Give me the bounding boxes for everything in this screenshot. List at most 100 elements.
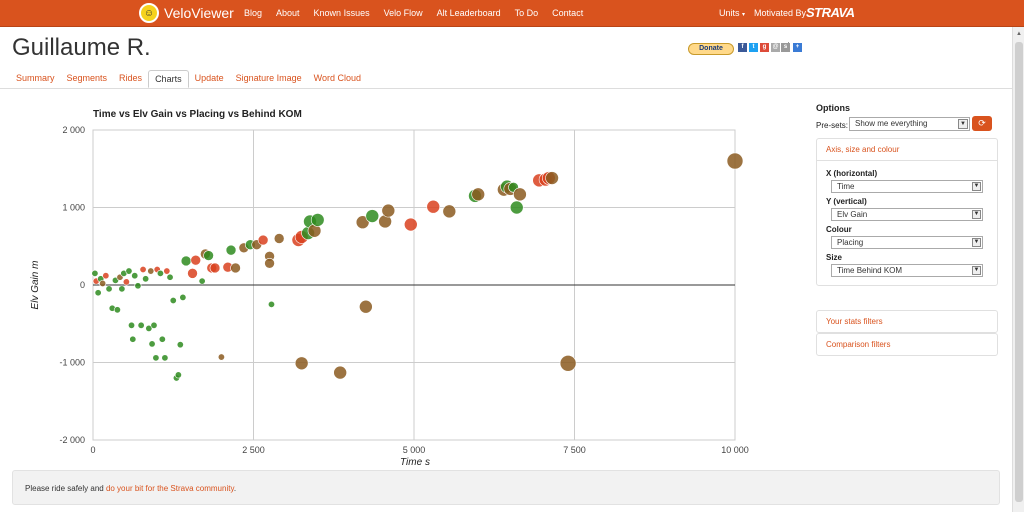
y-tick-label: 0	[80, 280, 85, 290]
data-point	[359, 299, 373, 314]
motivated-by-text: Motivated By	[754, 8, 807, 18]
nav-contact[interactable]: Contact	[552, 8, 583, 18]
x-tick-label: 10 000	[721, 445, 749, 455]
strava-logo[interactable]: STRAVA	[806, 5, 855, 20]
data-point	[102, 272, 110, 280]
options-title: Options	[816, 103, 850, 113]
chevron-down-icon: ▼	[972, 266, 981, 275]
nav-to-do[interactable]: To Do	[515, 8, 539, 18]
data-point	[105, 285, 113, 293]
data-point	[426, 199, 441, 214]
tab-rides[interactable]: Rides	[113, 70, 148, 88]
data-point	[99, 279, 107, 287]
data-point	[148, 340, 156, 348]
twitter-icon[interactable]: t	[749, 43, 758, 52]
data-point	[131, 272, 139, 280]
google-plus-icon[interactable]: g	[760, 43, 769, 52]
scatter-chart[interactable]: 0 2 500 5 000 7 500 10 000 2 000 1 000 0 -1 000 -…	[0, 120, 800, 470]
data-point	[156, 269, 164, 277]
units-label: Units	[719, 8, 740, 18]
page-scrollbar[interactable]: ▲	[1012, 27, 1024, 512]
data-point	[113, 306, 121, 314]
y-tick-label: 2 000	[62, 125, 85, 135]
tab-summary[interactable]: Summary	[10, 70, 61, 88]
footer-text: Please ride safely and do your bit for t…	[25, 484, 236, 493]
main-nav: Blog About Known Issues Velo Flow Alt Le…	[244, 8, 597, 18]
tab-signature-image[interactable]: Signature Image	[230, 70, 308, 88]
chevron-down-icon: ▼	[972, 238, 981, 247]
x-tick-label: 5 000	[403, 445, 426, 455]
presets-select[interactable]: Show me everything ▼	[849, 117, 970, 131]
x-axis-field-label: X (horizontal)	[826, 169, 878, 178]
y-tick-label: 1 000	[62, 203, 85, 213]
donate-button[interactable]: Donate	[688, 43, 734, 55]
x-axis-select[interactable]: Time ▼	[831, 180, 983, 193]
data-point	[209, 262, 221, 274]
chart-title: Time vs Elv Gain vs Placing vs Behind KO…	[93, 109, 302, 120]
data-point	[169, 297, 177, 305]
tab-bar: Summary Segments Rides Charts Update Sig…	[10, 70, 367, 88]
email-icon[interactable]: @	[771, 43, 780, 52]
chevron-down-icon: ▾	[742, 12, 746, 18]
data-point	[509, 200, 524, 215]
colour-select[interactable]: Placing ▼	[831, 236, 983, 249]
x-tick-label: 0	[90, 445, 95, 455]
data-point	[471, 187, 486, 202]
facebook-icon[interactable]: f	[738, 43, 747, 52]
chart-grid	[92, 129, 736, 441]
chevron-down-icon: ▼	[972, 210, 981, 219]
tab-underline	[0, 88, 1012, 89]
app-name: VeloViewer	[164, 5, 234, 21]
y-tick-label: -2 000	[59, 435, 85, 445]
footer-prefix: Please ride safely and	[25, 484, 106, 493]
nav-about[interactable]: About	[276, 8, 300, 18]
colour-field-label: Colour	[826, 225, 852, 234]
axis-panel-body: X (horizontal) Time ▼ Y (vertical) Elv Ga…	[817, 160, 997, 285]
add-icon[interactable]: +	[793, 43, 802, 52]
size-select[interactable]: Time Behind KOM ▼	[831, 264, 983, 277]
app-logo[interactable]: ☺ VeloViewer	[139, 3, 234, 23]
tab-segments[interactable]: Segments	[61, 70, 114, 88]
data-point	[217, 353, 225, 361]
footer: Please ride safely and do your bit for t…	[12, 470, 1000, 505]
scroll-up-icon[interactable]: ▲	[1015, 30, 1023, 38]
axis-panel-title[interactable]: Axis, size and colour	[817, 139, 997, 160]
top-nav-bar: ☺ VeloViewer Blog About Known Issues Vel…	[0, 0, 1024, 27]
x-tick-label: 7 500	[563, 445, 586, 455]
stats-filters-title[interactable]: Your stats filters	[817, 311, 997, 332]
nav-blog[interactable]: Blog	[244, 8, 262, 18]
data-point	[118, 285, 126, 293]
units-menu[interactable]: Units ▾	[719, 8, 745, 18]
footer-community-link[interactable]: do your bit for the Strava community	[106, 484, 234, 493]
refresh-button[interactable]: ⟳	[972, 116, 992, 131]
data-point	[381, 203, 396, 218]
stats-filters-panel[interactable]: Your stats filters	[816, 310, 998, 333]
y-axis-select[interactable]: Elv Gain ▼	[831, 208, 983, 221]
y-axis-label: Elv Gain m	[30, 261, 41, 310]
nav-velo-flow[interactable]: Velo Flow	[384, 8, 423, 18]
colour-select-value: Placing	[837, 238, 864, 247]
data-point	[230, 262, 241, 274]
data-point	[161, 354, 169, 362]
nav-known-issues[interactable]: Known Issues	[314, 8, 370, 18]
tab-word-cloud[interactable]: Word Cloud	[308, 70, 367, 88]
data-point	[163, 267, 171, 275]
comparison-filters-title[interactable]: Comparison filters	[817, 334, 997, 355]
scroll-thumb[interactable]	[1015, 42, 1023, 502]
tab-charts[interactable]: Charts	[148, 70, 189, 88]
comparison-filters-panel[interactable]: Comparison filters	[816, 333, 998, 356]
chevron-down-icon: ▼	[972, 182, 981, 191]
data-point	[310, 213, 325, 227]
data-point	[134, 282, 142, 290]
nav-alt-leaderboard[interactable]: Alt Leaderboard	[437, 8, 501, 18]
data-point	[273, 233, 285, 244]
data-point	[166, 273, 174, 281]
data-point	[128, 321, 136, 329]
data-point	[176, 341, 184, 349]
tab-update[interactable]: Update	[189, 70, 230, 88]
x-tick-label: 2 500	[242, 445, 265, 455]
data-point	[257, 234, 269, 246]
data-point	[179, 293, 187, 301]
data-point	[180, 255, 192, 267]
size-field-label: Size	[826, 253, 843, 262]
